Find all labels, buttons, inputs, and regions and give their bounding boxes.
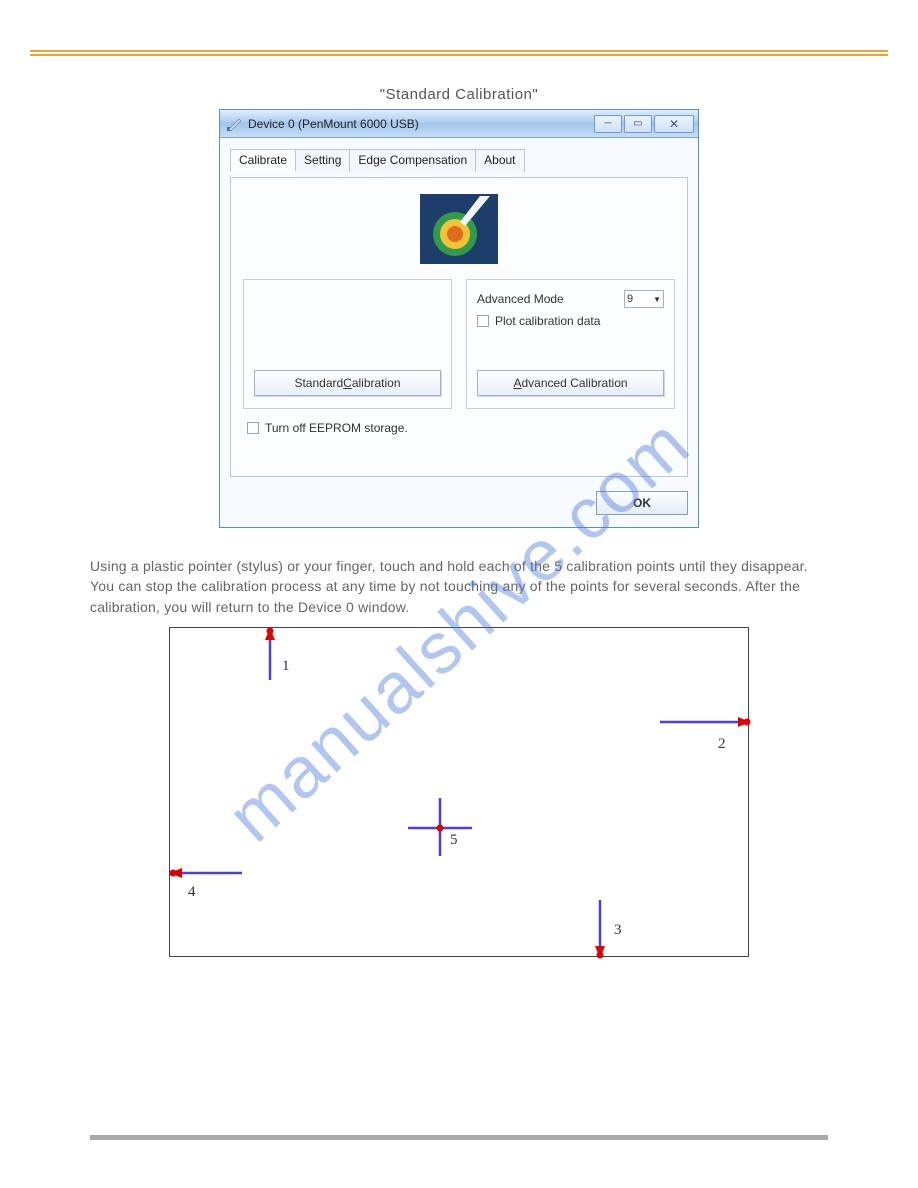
- titlebar[interactable]: Device 0 (PenMount 6000 USB) ─ ▭ ✕: [220, 110, 698, 138]
- cal-label-4: 4: [188, 884, 196, 901]
- standard-panel: Standard Calibration: [243, 279, 452, 409]
- cal-label-1: 1: [282, 658, 290, 675]
- pen-icon: [226, 116, 242, 132]
- dialog-window: Device 0 (PenMount 6000 USB) ─ ▭ ✕ Calib…: [219, 109, 699, 528]
- cal-point-5-dot: [437, 824, 444, 831]
- tab-content: Standard Calibration Advanced Mode 9 ▼: [230, 177, 688, 477]
- cal-point-4-dot: [170, 869, 177, 876]
- eeprom-checkbox[interactable]: [247, 422, 259, 434]
- maximize-button[interactable]: ▭: [624, 115, 652, 133]
- chevron-down-icon: ▼: [653, 295, 661, 304]
- tab-setting[interactable]: Setting: [295, 149, 350, 172]
- calibration-diagram: 1 2 3 4 5: [169, 627, 749, 957]
- std-btn-post: alibration: [352, 376, 401, 390]
- adv-btn-u: A: [513, 376, 521, 390]
- target-icon: [420, 194, 498, 264]
- advanced-calibration-button[interactable]: Advanced Calibration: [477, 370, 664, 396]
- plot-label: Plot calibration data: [495, 314, 600, 328]
- window-title: Device 0 (PenMount 6000 USB): [248, 117, 594, 131]
- advanced-mode-value: 9: [627, 293, 633, 305]
- cal-point-1-dot: [267, 627, 274, 634]
- tab-calibrate[interactable]: Calibrate: [230, 149, 296, 172]
- calibration-hero: [243, 194, 675, 267]
- tab-edge-compensation[interactable]: Edge Compensation: [349, 149, 476, 172]
- close-button[interactable]: ✕: [654, 115, 694, 133]
- cal-label-2: 2: [718, 736, 726, 753]
- figure-caption: "Standard Calibration": [0, 86, 918, 103]
- minimize-button[interactable]: ─: [594, 115, 622, 133]
- advanced-panel: Advanced Mode 9 ▼ Plot calibration data: [466, 279, 675, 409]
- std-btn-u: C: [343, 376, 352, 390]
- advanced-mode-select[interactable]: 9 ▼: [624, 290, 664, 308]
- cal-point-2-dot: [744, 718, 751, 725]
- ok-button[interactable]: OK: [596, 491, 688, 515]
- header-rule: [30, 50, 888, 56]
- tab-about[interactable]: About: [475, 149, 524, 172]
- cal-label-3: 3: [614, 922, 622, 939]
- footer-rule: [90, 1135, 828, 1140]
- cal-point-3-dot: [597, 951, 604, 958]
- tab-strip: Calibrate Setting Edge Compensation Abou…: [230, 148, 688, 171]
- cal-label-5: 5: [450, 832, 458, 849]
- plot-checkbox[interactable]: [477, 315, 489, 327]
- advanced-mode-label: Advanced Mode: [477, 292, 564, 306]
- standard-calibration-button[interactable]: Standard Calibration: [254, 370, 441, 396]
- adv-btn-post: dvanced Calibration: [521, 376, 627, 390]
- eeprom-label: Turn off EEPROM storage.: [265, 421, 408, 435]
- instruction-paragraph: Using a plastic pointer (stylus) or your…: [90, 556, 828, 617]
- std-btn-pre: Standard: [294, 376, 343, 390]
